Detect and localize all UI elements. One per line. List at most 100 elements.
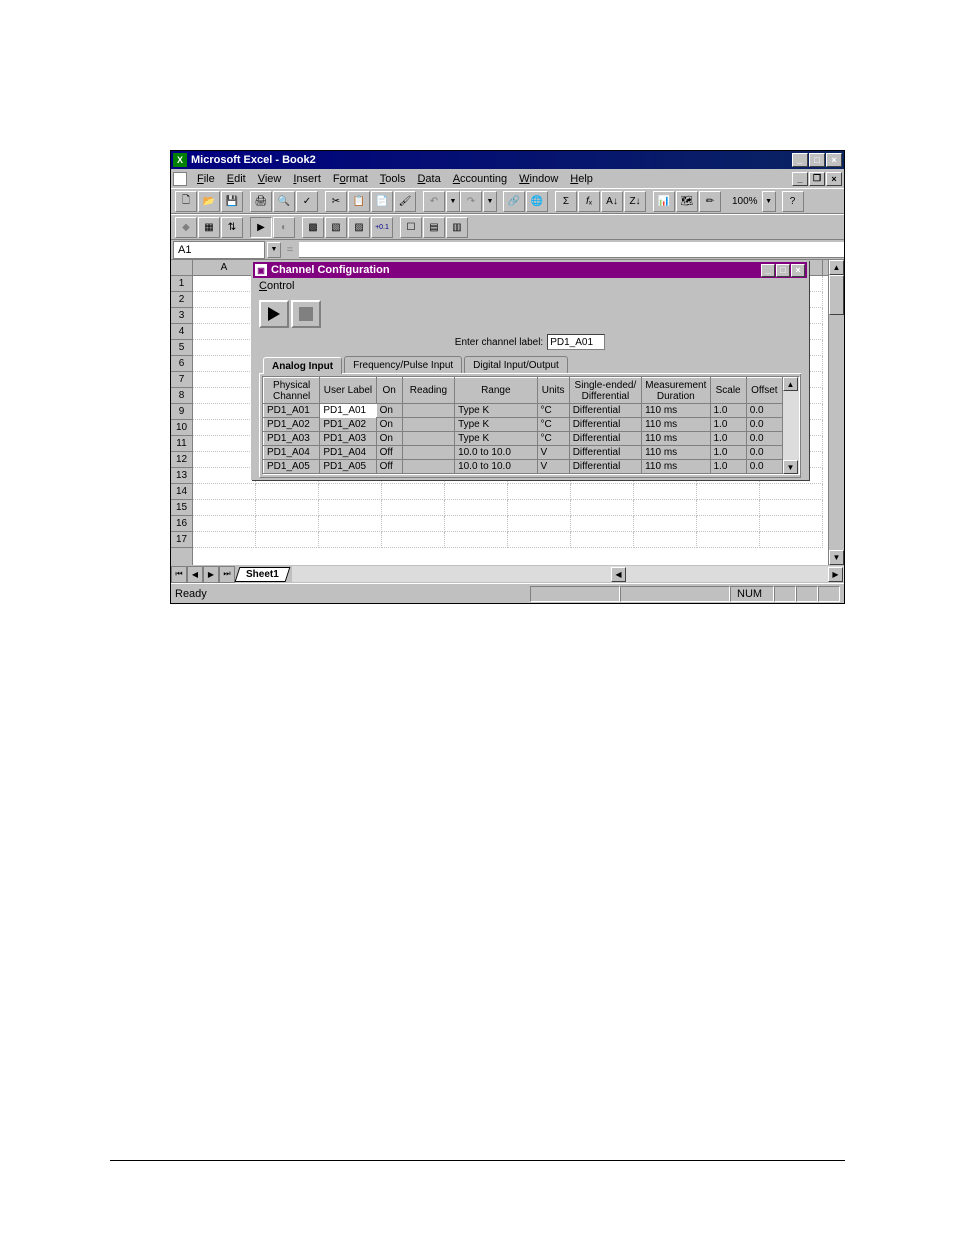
sheet-scroll-down[interactable]: ▼: [829, 550, 844, 565]
spelling-icon[interactable]: ✓: [296, 191, 318, 212]
custom-btn-9[interactable]: +0.1: [371, 217, 393, 238]
child-close-button[interactable]: ×: [791, 264, 805, 277]
undo-dropdown[interactable]: ▼: [446, 191, 460, 212]
row-header[interactable]: 8: [171, 388, 192, 404]
col-physical-channel[interactable]: Physical Channel: [264, 378, 320, 404]
child-maximize-button[interactable]: □: [776, 264, 790, 277]
col-range[interactable]: Range: [455, 378, 537, 404]
help-icon[interactable]: ?: [782, 191, 804, 212]
channel-label-input[interactable]: PD1_A01: [547, 334, 605, 350]
save-icon[interactable]: 💾: [221, 191, 243, 212]
menu-insert[interactable]: Insert: [287, 171, 327, 187]
scroll-up-icon[interactable]: ▲: [783, 377, 798, 391]
minimize-button[interactable]: _: [792, 153, 808, 167]
table-row[interactable]: PD1_A02PD1_A02OnType K°CDifferential110 …: [264, 418, 783, 432]
hyperlink-icon[interactable]: 🔗: [503, 191, 525, 212]
row-header[interactable]: 9: [171, 404, 192, 420]
custom-btn-1[interactable]: ◆: [175, 217, 197, 238]
col-single-diff[interactable]: Single-ended/ Differential: [569, 378, 641, 404]
redo-icon[interactable]: ↷: [460, 191, 482, 212]
col-on[interactable]: On: [376, 378, 402, 404]
custom-btn-3[interactable]: ⇅: [221, 217, 243, 238]
cut-icon[interactable]: ✂: [325, 191, 347, 212]
sort-desc-icon[interactable]: Z↓: [624, 191, 646, 212]
grid[interactable]: ABCDEFGHIJ ▣ Channel Configuration _ □ ×…: [193, 260, 828, 565]
table-row[interactable]: PD1_A04PD1_A04Off10.0 to 10.0VDifferenti…: [264, 446, 783, 460]
row-header[interactable]: 4: [171, 324, 192, 340]
print-icon[interactable]: 🖨: [250, 191, 272, 212]
scroll-down-icon[interactable]: ▼: [783, 460, 798, 474]
row-header[interactable]: 15: [171, 500, 192, 516]
row-header[interactable]: 2: [171, 292, 192, 308]
name-box-dropdown[interactable]: ▼: [267, 242, 281, 258]
doc-restore-button[interactable]: ❐: [809, 172, 825, 186]
row-header[interactable]: 7: [171, 372, 192, 388]
row-header[interactable]: 11: [171, 436, 192, 452]
tab-digital-io[interactable]: Digital Input/Output: [464, 356, 568, 373]
sheet-vscrollbar[interactable]: ▲ ▼: [828, 260, 844, 565]
last-sheet-button[interactable]: ⏭: [219, 566, 235, 583]
col-units[interactable]: Units: [537, 378, 569, 404]
next-sheet-button[interactable]: ▶: [203, 566, 219, 583]
row-header[interactable]: 3: [171, 308, 192, 324]
table-scrollbar[interactable]: ▲ ▼: [783, 377, 799, 474]
row-header[interactable]: 5: [171, 340, 192, 356]
web-toolbar-icon[interactable]: 🌐: [526, 191, 548, 212]
custom-btn-11[interactable]: ▤: [423, 217, 445, 238]
custom-btn-6[interactable]: ▩: [302, 217, 324, 238]
row-header[interactable]: 16: [171, 516, 192, 532]
menu-help[interactable]: Help: [564, 171, 599, 187]
sheet-scroll-thumb[interactable]: [829, 275, 844, 315]
col-offset[interactable]: Offset: [746, 378, 782, 404]
col-duration[interactable]: Measurement Duration: [642, 378, 710, 404]
function-icon[interactable]: fₓ: [578, 191, 600, 212]
sort-asc-icon[interactable]: A↓: [601, 191, 623, 212]
autosum-icon[interactable]: Σ: [555, 191, 577, 212]
table-row[interactable]: PD1_A05PD1_A05Off10.0 to 10.0VDifferenti…: [264, 460, 783, 474]
row-header[interactable]: 12: [171, 452, 192, 468]
col-scale[interactable]: Scale: [710, 378, 746, 404]
table-row[interactable]: PD1_A01PD1_A01OnType K°CDifferential110 …: [264, 404, 783, 418]
chart-wizard-icon[interactable]: 📊: [653, 191, 675, 212]
child-minimize-button[interactable]: _: [761, 264, 775, 277]
new-icon[interactable]: 🗋: [175, 191, 197, 212]
custom-btn-10[interactable]: ☐: [400, 217, 422, 238]
prev-sheet-button[interactable]: ◀: [187, 566, 203, 583]
menu-control[interactable]: Control: [259, 280, 294, 292]
menu-format[interactable]: Format: [327, 171, 374, 187]
doc-close-button[interactable]: ×: [826, 172, 842, 186]
table-row[interactable]: PD1_A03PD1_A03OnType K°CDifferential110 …: [264, 432, 783, 446]
first-sheet-button[interactable]: ⏮: [171, 566, 187, 583]
menu-view[interactable]: View: [252, 171, 288, 187]
row-header[interactable]: 1: [171, 276, 192, 292]
menu-file[interactable]: File: [191, 171, 221, 187]
custom-btn-2[interactable]: ▦: [198, 217, 220, 238]
column-header[interactable]: A: [193, 260, 256, 275]
tab-frequency-pulse[interactable]: Frequency/Pulse Input: [344, 356, 462, 373]
tab-analog-input[interactable]: Analog Input: [263, 357, 342, 374]
sheet-scroll-up[interactable]: ▲: [829, 260, 844, 275]
open-icon[interactable]: 📂: [198, 191, 220, 212]
col-reading[interactable]: Reading: [402, 378, 454, 404]
col-user-label[interactable]: User Label: [320, 378, 376, 404]
custom-btn-7[interactable]: ▧: [325, 217, 347, 238]
sheet-tab-1[interactable]: Sheet1: [235, 567, 291, 582]
menu-tools[interactable]: Tools: [374, 171, 412, 187]
map-icon[interactable]: 🗺: [676, 191, 698, 212]
menu-window[interactable]: Window: [513, 171, 564, 187]
menu-accounting[interactable]: Accounting: [447, 171, 513, 187]
name-box[interactable]: A1: [173, 241, 265, 259]
undo-icon[interactable]: ↶: [423, 191, 445, 212]
custom-btn-play[interactable]: ▶: [250, 217, 272, 238]
row-header[interactable]: 17: [171, 532, 192, 548]
custom-btn-8[interactable]: ▨: [348, 217, 370, 238]
play-button[interactable]: [259, 300, 289, 328]
custom-btn-12[interactable]: ▥: [446, 217, 468, 238]
copy-icon[interactable]: 📋: [348, 191, 370, 212]
row-header[interactable]: 13: [171, 468, 192, 484]
hscroll-right-button[interactable]: ▶: [828, 567, 843, 582]
format-painter-icon[interactable]: 🖌: [394, 191, 416, 212]
menu-edit[interactable]: Edit: [221, 171, 252, 187]
stop-button[interactable]: [291, 300, 321, 328]
channel-table[interactable]: Physical Channel User Label On Reading R…: [263, 377, 783, 474]
